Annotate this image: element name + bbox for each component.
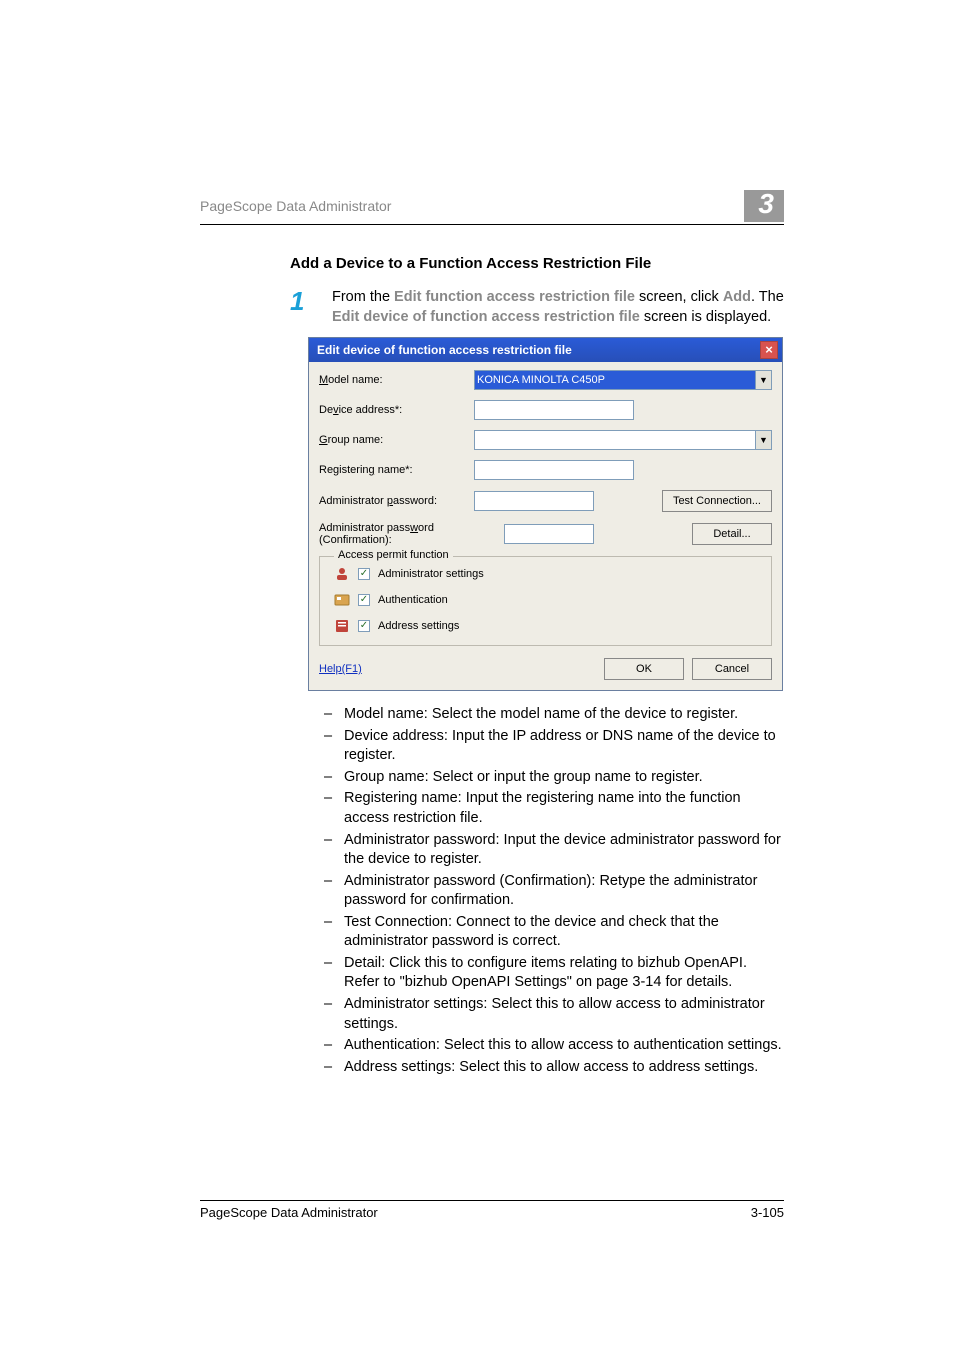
list-item: Detail: Click this to configure items re… <box>320 954 784 993</box>
list-item: Administrator password (Confirmation): R… <box>320 872 784 911</box>
cancel-button[interactable]: Cancel <box>692 658 772 680</box>
person-icon <box>334 567 350 581</box>
list-item: Registering name: Input the registering … <box>320 789 784 828</box>
chevron-down-icon[interactable]: ▼ <box>756 370 772 390</box>
chapter-number: 3 <box>744 190 784 222</box>
device-address-input[interactable] <box>474 400 634 420</box>
list-item: Administrator password: Input the device… <box>320 831 784 870</box>
group-name-combo[interactable]: ▼ <box>474 430 772 450</box>
detail-button[interactable]: Detail... <box>692 523 772 545</box>
header-title: PageScope Data Administrator <box>200 198 391 214</box>
dialog-titlebar[interactable]: Edit device of function access restricti… <box>309 338 782 362</box>
chk-admin-label: Administrator settings <box>378 568 484 580</box>
card-icon <box>334 593 350 607</box>
list-item: Test Connection: Connect to the device a… <box>320 913 784 952</box>
label-device-address: Device address*: <box>319 404 474 416</box>
chk-auth-label: Authentication <box>378 594 448 606</box>
book-icon <box>334 619 350 633</box>
registering-name-input[interactable] <box>474 460 634 480</box>
label-group-name: Group name: <box>319 434 474 446</box>
footer-title: PageScope Data Administrator <box>200 1205 378 1220</box>
model-name-combo[interactable]: KONICA MINOLTA C450P ▼ <box>474 370 772 390</box>
fieldset-legend: Access permit function <box>334 549 453 561</box>
close-icon[interactable]: × <box>760 341 778 359</box>
dialog-title: Edit device of function access restricti… <box>317 343 572 357</box>
chapter-indicator: 3 <box>744 190 784 222</box>
admin-settings-checkbox[interactable]: ✓ <box>358 568 370 580</box>
chk-address-label: Address settings <box>378 620 459 632</box>
label-admin-password-confirm: Administrator password (Confirmation): <box>319 522 504 546</box>
footer-page-number: 3-105 <box>751 1205 784 1220</box>
list-item: Device address: Input the IP address or … <box>320 727 784 766</box>
authentication-checkbox[interactable]: ✓ <box>358 594 370 606</box>
help-link[interactable]: Help(F1) <box>319 663 362 675</box>
ok-button[interactable]: OK <box>604 658 684 680</box>
admin-password-confirm-input[interactable] <box>504 524 594 544</box>
list-item: Model name: Select the model name of the… <box>320 705 784 725</box>
access-permit-fieldset: Access permit function ✓ Administrator s… <box>319 556 772 646</box>
test-connection-button[interactable]: Test Connection... <box>662 490 772 512</box>
page-header: PageScope Data Administrator 3 <box>200 190 784 225</box>
edit-device-dialog: Edit device of function access restricti… <box>308 337 783 691</box>
admin-password-input[interactable] <box>474 491 594 511</box>
step-number: 1 <box>290 288 310 327</box>
step-text: From the Edit function access restrictio… <box>332 288 784 327</box>
chevron-down-icon[interactable]: ▼ <box>756 430 772 450</box>
list-item: Address settings: Select this to allow a… <box>320 1058 784 1078</box>
label-registering-name: Registering name*: <box>319 464 474 476</box>
list-item: Administrator settings: Select this to a… <box>320 995 784 1034</box>
list-item: Group name: Select or input the group na… <box>320 768 784 788</box>
page-footer: PageScope Data Administrator 3-105 <box>200 1200 784 1220</box>
address-settings-checkbox[interactable]: ✓ <box>358 620 370 632</box>
list-item: Authentication: Select this to allow acc… <box>320 1036 784 1056</box>
section-heading: Add a Device to a Function Access Restri… <box>290 255 784 272</box>
label-model-name: Model name: <box>319 374 474 386</box>
step-1: 1 From the Edit function access restrict… <box>290 288 784 327</box>
description-list: Model name: Select the model name of the… <box>320 705 784 1077</box>
label-admin-password: Administrator password: <box>319 495 474 507</box>
